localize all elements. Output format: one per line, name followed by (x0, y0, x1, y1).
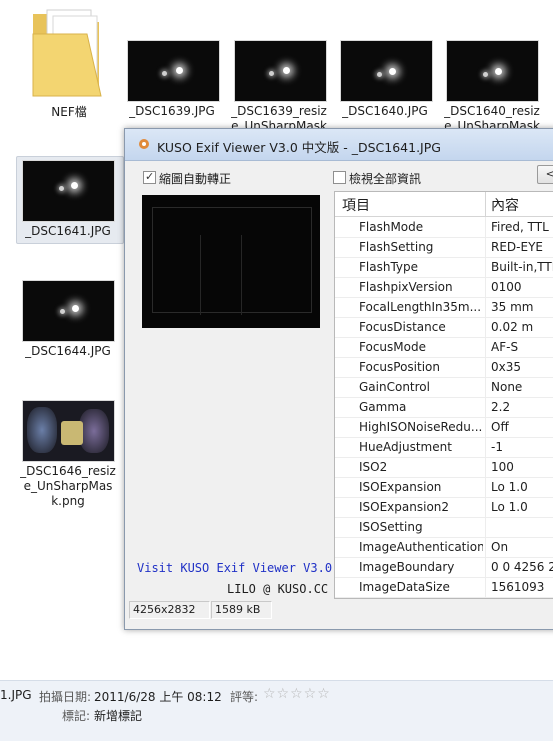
check-mark-icon: ✓ (145, 170, 155, 183)
thumbnail (340, 40, 433, 102)
table-row[interactable]: ISOSetting (335, 517, 553, 538)
app-icon (139, 139, 149, 149)
row-key: FocalLengthIn35m... (359, 300, 482, 314)
table-header: 項目 內容 (335, 192, 553, 217)
table-row[interactable]: FlashMode Fired, TTL (335, 217, 553, 238)
row-value: 0x35 (491, 360, 522, 374)
details-tags-label: 標記: (62, 709, 91, 723)
details-date-label: 拍攝日期: (39, 690, 92, 704)
file-caption: _DSC1639.JPG (129, 104, 215, 118)
table-row[interactable]: FocusMode AF-S (335, 337, 553, 358)
row-key: ISOExpansion2 (359, 500, 450, 514)
view-all-label: 檢視全部資訊 (349, 172, 422, 186)
row-value: 0 0 4256 2 (491, 560, 553, 574)
table-row[interactable]: FocalLengthIn35m... 35 mm (335, 297, 553, 318)
auto-rotate-label: 縮圖自動轉正 (159, 172, 232, 186)
status-bar: 4256x2832 1589 kB (125, 599, 553, 621)
table-row[interactable]: ISOExpansion Lo 1.0 (335, 477, 553, 498)
table-row[interactable]: ImageDataSize 1561093 (335, 577, 553, 598)
row-key: FocusMode (359, 340, 426, 354)
table-row[interactable]: Gamma 2.2 (335, 397, 553, 418)
row-value: -1 (491, 440, 503, 454)
table-row[interactable]: ImageAuthentication On (335, 537, 553, 558)
status-file-size: 1589 kB (211, 601, 272, 619)
details-rating-label: 評等: (230, 690, 259, 704)
table-row[interactable]: ISOExpansion2 Lo 1.0 (335, 497, 553, 518)
row-value: 0.02 m (491, 320, 534, 334)
row-key: FlashType (359, 260, 419, 274)
row-key: ImageDataSize (359, 580, 450, 594)
column-header-item[interactable]: 項目 (342, 195, 370, 215)
thumbnail (127, 40, 220, 102)
row-key: FocusDistance (359, 320, 446, 334)
exif-table[interactable]: 項目 內容 FlashMode Fired, TTL FlashSetting RED… (334, 191, 553, 599)
row-value: 2.2 (491, 400, 511, 414)
table-row[interactable]: GainControl None (335, 377, 553, 398)
row-key: FlashpixVersion (359, 280, 453, 294)
file-caption: _DSC1641.JPG (25, 224, 111, 238)
thumbnail (446, 40, 539, 102)
table-row[interactable]: ImageBoundary 0 0 4256 2 (335, 557, 553, 578)
table-row[interactable]: HighISONoiseRedu... Off (335, 417, 553, 438)
view-all-checkbox[interactable] (333, 171, 346, 184)
row-value: On (491, 540, 509, 554)
thumbnail (22, 160, 115, 222)
row-key: FlashMode (359, 220, 424, 234)
row-key: HueAdjustment (359, 440, 452, 454)
title-bar[interactable]: KUSO Exif Viewer V3.0 中文版 - _DSC1641.JPG (125, 129, 553, 161)
row-value: RED-EYE (491, 240, 543, 254)
row-key: FlashSetting (359, 240, 434, 254)
row-key: ImageBoundary (359, 560, 455, 574)
row-key: HighISONoiseRedu... (359, 420, 483, 434)
row-key: ISOSetting (359, 520, 423, 534)
row-value: AF-S (491, 340, 519, 354)
row-value: Built-in,TTL (491, 260, 553, 274)
auto-rotate-checkbox[interactable]: ✓ (143, 170, 156, 184)
row-value: 1561093 (491, 580, 545, 594)
file-caption: _DSC1644.JPG (25, 344, 111, 358)
table-row[interactable]: FlashpixVersion 0100 (335, 277, 553, 298)
image-preview (142, 195, 320, 328)
details-tags-value[interactable]: 新增標記 (94, 707, 142, 724)
column-header-content[interactable]: 內容 (491, 195, 519, 215)
row-key: ISOExpansion (359, 480, 442, 494)
row-value: None (491, 380, 523, 394)
rating-stars[interactable]: ☆☆☆☆☆ (263, 686, 331, 702)
row-value: 35 mm (491, 300, 534, 314)
thumbnail (22, 400, 115, 462)
row-key: FocusPosition (359, 360, 440, 374)
table-row[interactable]: HueAdjustment -1 (335, 437, 553, 458)
row-key: ISO2 (359, 460, 388, 474)
folder-icon (32, 9, 102, 97)
row-value: Off (491, 420, 509, 434)
table-row[interactable]: FlashSetting RED-EYE (335, 237, 553, 258)
row-value: 0100 (491, 280, 522, 294)
row-value: Lo 1.0 (491, 500, 528, 514)
row-key: Gamma (359, 400, 407, 414)
table-row[interactable]: FocusPosition 0x35 (335, 357, 553, 378)
table-row[interactable]: ISO2 100 (335, 457, 553, 478)
credit-text: LILO @ KUSO.CC (227, 582, 329, 596)
exif-viewer-window[interactable]: KUSO Exif Viewer V3.0 中文版 - _DSC1641.JPG… (124, 128, 553, 630)
details-date-value: 2011/6/28 上午 08:12 (94, 690, 222, 704)
thumbnail (234, 40, 327, 102)
row-value: Fired, TTL (491, 220, 549, 234)
file-caption: _DSC1640.JPG (342, 104, 428, 118)
thumbnail (22, 280, 115, 342)
status-dimensions: 4256x2832 (129, 601, 210, 619)
details-file-name: 1.JPG (0, 688, 32, 702)
table-row[interactable]: FlashType Built-in,TTL (335, 257, 553, 278)
row-value: 100 (491, 460, 514, 474)
row-value: Lo 1.0 (491, 480, 528, 494)
row-key: ImageAuthentication (359, 540, 483, 554)
more-button[interactable]: < (537, 165, 553, 184)
table-row[interactable]: FocusDistance 0.02 m (335, 317, 553, 338)
window-title: KUSO Exif Viewer V3.0 中文版 - _DSC1641.JPG (157, 140, 441, 155)
file-caption: NEF檔 (51, 105, 87, 119)
file-caption: _DSC1646_resize_UnSharpMask.png (20, 464, 116, 508)
row-key: GainControl (359, 380, 430, 394)
